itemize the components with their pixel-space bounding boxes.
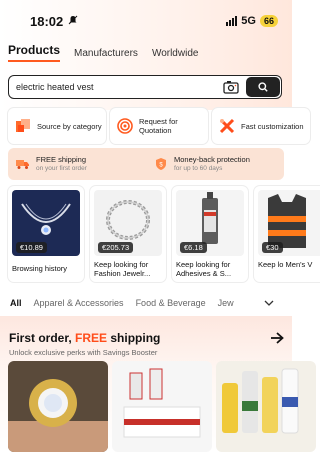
category-icon — [16, 119, 30, 132]
search-input[interactable] — [9, 82, 220, 92]
product-label: Browsing history — [12, 264, 68, 273]
promo-subtitle: Unlock exclusive perks with Savings Boos… — [9, 348, 158, 357]
recommended-products: €10.89 Browsing history €205.73 Keep loo… — [8, 186, 320, 282]
category-jewelry[interactable]: Jew — [218, 298, 234, 308]
product-image-vest: €30 — [258, 190, 320, 256]
mute-bell-icon — [68, 15, 78, 28]
tools-icon — [219, 118, 235, 134]
benefit-title: FREE shipping — [36, 155, 87, 164]
category-food[interactable]: Food & Beverage — [136, 298, 206, 308]
camera-search-icon[interactable] — [220, 77, 242, 97]
signal-icon — [226, 16, 238, 26]
search-bar — [8, 75, 282, 99]
benefit-subtitle: on your first order — [36, 165, 87, 172]
product-label: Keep looking for Fashion Jewelr... — [94, 260, 151, 278]
browsing-history-card[interactable]: €10.89 Browsing history — [8, 186, 84, 282]
network-label: 5G — [241, 15, 256, 27]
product-image-necklace: €10.89 — [12, 190, 80, 256]
money-back-benefit: $ Money-back protection for up to 60 day… — [146, 155, 284, 173]
source-by-category-button[interactable]: Source by category — [8, 108, 106, 144]
promo-title[interactable]: First order, FREE shipping — [9, 331, 160, 345]
promo-product-bottles[interactable] — [216, 361, 316, 452]
category-tabs: All Apparel & Accessories Food & Beverag… — [10, 296, 286, 310]
product-image-bracelet: €205.73 — [94, 190, 162, 256]
shield-icon: $ — [156, 158, 166, 170]
promo-product-vials[interactable] — [112, 361, 212, 452]
keep-looking-adhesives-card[interactable]: €6.18 Keep looking for Adhesives & S... — [172, 186, 248, 282]
target-icon — [117, 118, 133, 134]
search-button[interactable] — [246, 77, 280, 97]
request-for-quotation-button[interactable]: Request for Quotation — [110, 108, 208, 144]
product-label: Keep lo Men's V — [258, 260, 313, 269]
free-shipping-benefit: FREE shipping on your first order — [8, 155, 146, 173]
promo-title-prefix: First order, — [9, 331, 76, 345]
feature-shortcuts: Source by category Request for Quotation… — [8, 108, 310, 144]
product-price: €10.89 — [16, 242, 47, 253]
status-bar: 18:02 5G 66 — [0, 0, 292, 42]
benefits-banner[interactable]: FREE shipping on your first order $ Mone… — [8, 148, 284, 180]
promo-title-free: FREE — [75, 331, 108, 345]
top-tabs: Products Manufacturers Worldwide — [8, 42, 198, 62]
tab-worldwide[interactable]: Worldwide — [152, 48, 199, 62]
search-icon — [258, 82, 268, 92]
chevron-down-icon[interactable] — [258, 296, 280, 310]
arrow-right-icon[interactable] — [270, 331, 284, 349]
product-price: €205.73 — [98, 242, 134, 253]
benefit-title: Money-back protection — [174, 155, 250, 164]
promo-title-suffix: shipping — [107, 331, 161, 345]
truck-icon — [16, 160, 29, 169]
feature-label: Request for Quotation — [139, 117, 178, 135]
category-apparel[interactable]: Apparel & Accessories — [34, 298, 124, 308]
product-label: Keep looking for Adhesives & S... — [176, 260, 232, 278]
status-time: 18:02 — [30, 13, 64, 29]
fast-customization-button[interactable]: Fast customization — [212, 108, 310, 144]
feature-label: Source by category — [37, 121, 102, 131]
category-all[interactable]: All — [10, 298, 22, 308]
keep-looking-vest-card[interactable]: €30 Keep lo Men's V — [254, 186, 320, 282]
product-price: €30 — [262, 242, 283, 253]
tab-manufacturers[interactable]: Manufacturers — [74, 48, 138, 62]
battery-icon: 66 — [259, 15, 278, 27]
feature-label: Fast customization — [241, 121, 304, 131]
product-image-adhesive: €6.18 — [176, 190, 244, 256]
product-price: €6.18 — [180, 242, 207, 253]
promo-products — [8, 361, 316, 452]
tab-products[interactable]: Products — [8, 43, 61, 62]
promo-product-ring[interactable] — [8, 361, 108, 452]
benefit-subtitle: for up to 60 days — [174, 165, 223, 172]
keep-looking-jewelry-card[interactable]: €205.73 Keep looking for Fashion Jewelr.… — [90, 186, 166, 282]
